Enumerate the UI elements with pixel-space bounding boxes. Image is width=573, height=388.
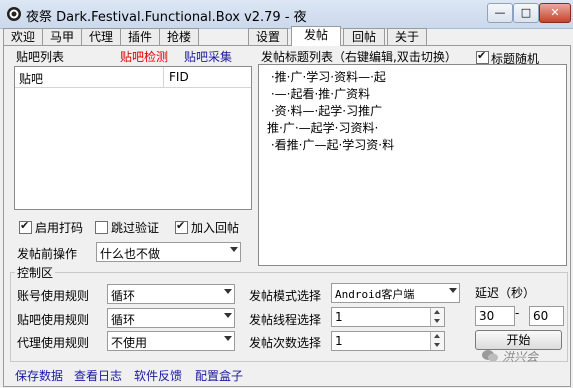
bar-list-title: 贴吧列表	[16, 50, 65, 64]
control-title: 控制区	[15, 264, 56, 281]
post-action-label: 发帖前操作	[17, 247, 78, 261]
delay-label: 延迟（秒）	[475, 286, 536, 300]
proxy-rule-select[interactable]: 不使用	[107, 331, 235, 351]
skip-verify-checkbox[interactable]	[95, 221, 108, 234]
tab-vest[interactable]: 马甲	[42, 28, 82, 46]
post-action-value: 什么也不做	[100, 247, 161, 261]
chevron-down-icon	[224, 313, 232, 318]
column-header-bar[interactable]: 贴吧	[19, 70, 43, 87]
proxy-rule-value: 不使用	[111, 336, 148, 350]
tab-post[interactable]: 发帖	[291, 26, 341, 46]
chevron-down-icon	[224, 336, 232, 341]
delay-min-value: 30	[479, 309, 495, 323]
tab-reply[interactable]: 回帖	[343, 28, 385, 46]
delay-max-value: 60	[533, 309, 549, 323]
post-count-spinner[interactable]	[430, 332, 444, 350]
delay-max-input[interactable]: 60	[529, 306, 564, 326]
bar-collect-link[interactable]: 贴吧采集	[184, 48, 232, 65]
title-line[interactable]: 推·广·—起学·习资料·	[267, 120, 378, 137]
tab-proxy[interactable]: 代理	[81, 28, 121, 46]
title-line[interactable]: ·资·料—·起学·习推广	[267, 103, 382, 120]
enable-captcha-label: 启用打码	[35, 221, 84, 235]
config-box-link[interactable]: 配置盒子	[195, 367, 243, 384]
post-mode-label: 发帖模式选择	[249, 289, 322, 303]
tab-plugins[interactable]: 插件	[120, 28, 160, 46]
titles-list[interactable]: ·推·广·学习·资料—·起 ·—·起看·推·广资料 ·资·料—·起学·习推广 推…	[258, 64, 567, 266]
bar-rule-label: 贴吧使用规则	[17, 313, 90, 327]
delay-separator: -	[515, 306, 520, 320]
tab-about[interactable]: 关于	[387, 28, 427, 46]
chevron-down-icon	[230, 247, 238, 252]
thread-count-spinner[interactable]	[430, 308, 444, 326]
title-bar: 夜祭 Dark.Festival.Functional.Box v2.79 - …	[0, 0, 573, 29]
thread-count-label: 发帖线程选择	[249, 313, 322, 327]
watermark-text: 洪兴会	[502, 350, 539, 364]
bar-list-table[interactable]: 贴吧 FID	[14, 66, 252, 210]
maximize-button[interactable]: □	[513, 3, 539, 23]
chevron-down-icon	[224, 289, 232, 294]
bar-rule-value: 循环	[111, 313, 136, 327]
window-title: 夜祭 Dark.Festival.Functional.Box v2.79 - …	[26, 10, 307, 25]
add-reply-label: 加入回帖	[191, 221, 240, 235]
enable-captcha-checkbox[interactable]	[19, 219, 32, 234]
tab-welcome[interactable]: 欢迎	[3, 28, 43, 46]
column-divider	[163, 67, 164, 87]
account-rule-label: 账号使用规则	[17, 289, 90, 303]
thread-count-value: 1	[335, 310, 343, 324]
title-line[interactable]: ·推·广·学习·资料—·起	[267, 69, 386, 86]
feedback-link[interactable]: 软件反馈	[134, 367, 182, 384]
random-title-checkbox[interactable]	[476, 49, 489, 64]
close-button[interactable]: ✕	[539, 3, 571, 23]
column-header-fid[interactable]: FID	[169, 70, 189, 84]
delay-min-input[interactable]: 30	[475, 306, 515, 326]
account-rule-select[interactable]: 循环	[107, 284, 235, 304]
watermark: 洪兴会	[482, 347, 562, 365]
skip-verify-label: 跳过验证	[111, 221, 160, 235]
post-count-label: 发帖次数选择	[249, 336, 322, 350]
minimize-button[interactable]: —	[487, 3, 513, 23]
bar-rule-select[interactable]: 循环	[107, 308, 235, 328]
tab-settings[interactable]: 设置	[248, 28, 288, 46]
post-mode-select[interactable]: Android客户端	[331, 283, 460, 303]
tab-grab-floor[interactable]: 抢楼	[159, 28, 199, 46]
post-action-select[interactable]: 什么也不做	[96, 242, 241, 262]
bar-detect-link[interactable]: 贴吧检测	[120, 48, 168, 65]
add-reply-checkbox[interactable]	[175, 219, 188, 234]
titles-header: 发帖标题列表（右键编辑,双击切换）	[261, 50, 457, 64]
view-log-link[interactable]: 查看日志	[74, 367, 122, 384]
post-count-stepper[interactable]: 1	[331, 331, 445, 351]
title-line[interactable]: ·—·起看·推·广资料	[267, 86, 370, 103]
post-mode-value: Android客户端	[335, 288, 415, 301]
save-data-link[interactable]: 保存数据	[15, 367, 63, 384]
wechat-icon	[482, 350, 498, 362]
account-rule-value: 循环	[111, 289, 136, 303]
proxy-rule-label: 代理使用规则	[17, 336, 90, 350]
table-header: 贴吧 FID	[15, 67, 251, 88]
chevron-down-icon	[449, 288, 457, 293]
app-logo-icon	[7, 7, 21, 21]
post-count-value: 1	[335, 334, 343, 348]
title-line[interactable]: ·看推·广—起·学习资·料	[267, 137, 394, 154]
thread-count-stepper[interactable]: 1	[331, 307, 445, 327]
